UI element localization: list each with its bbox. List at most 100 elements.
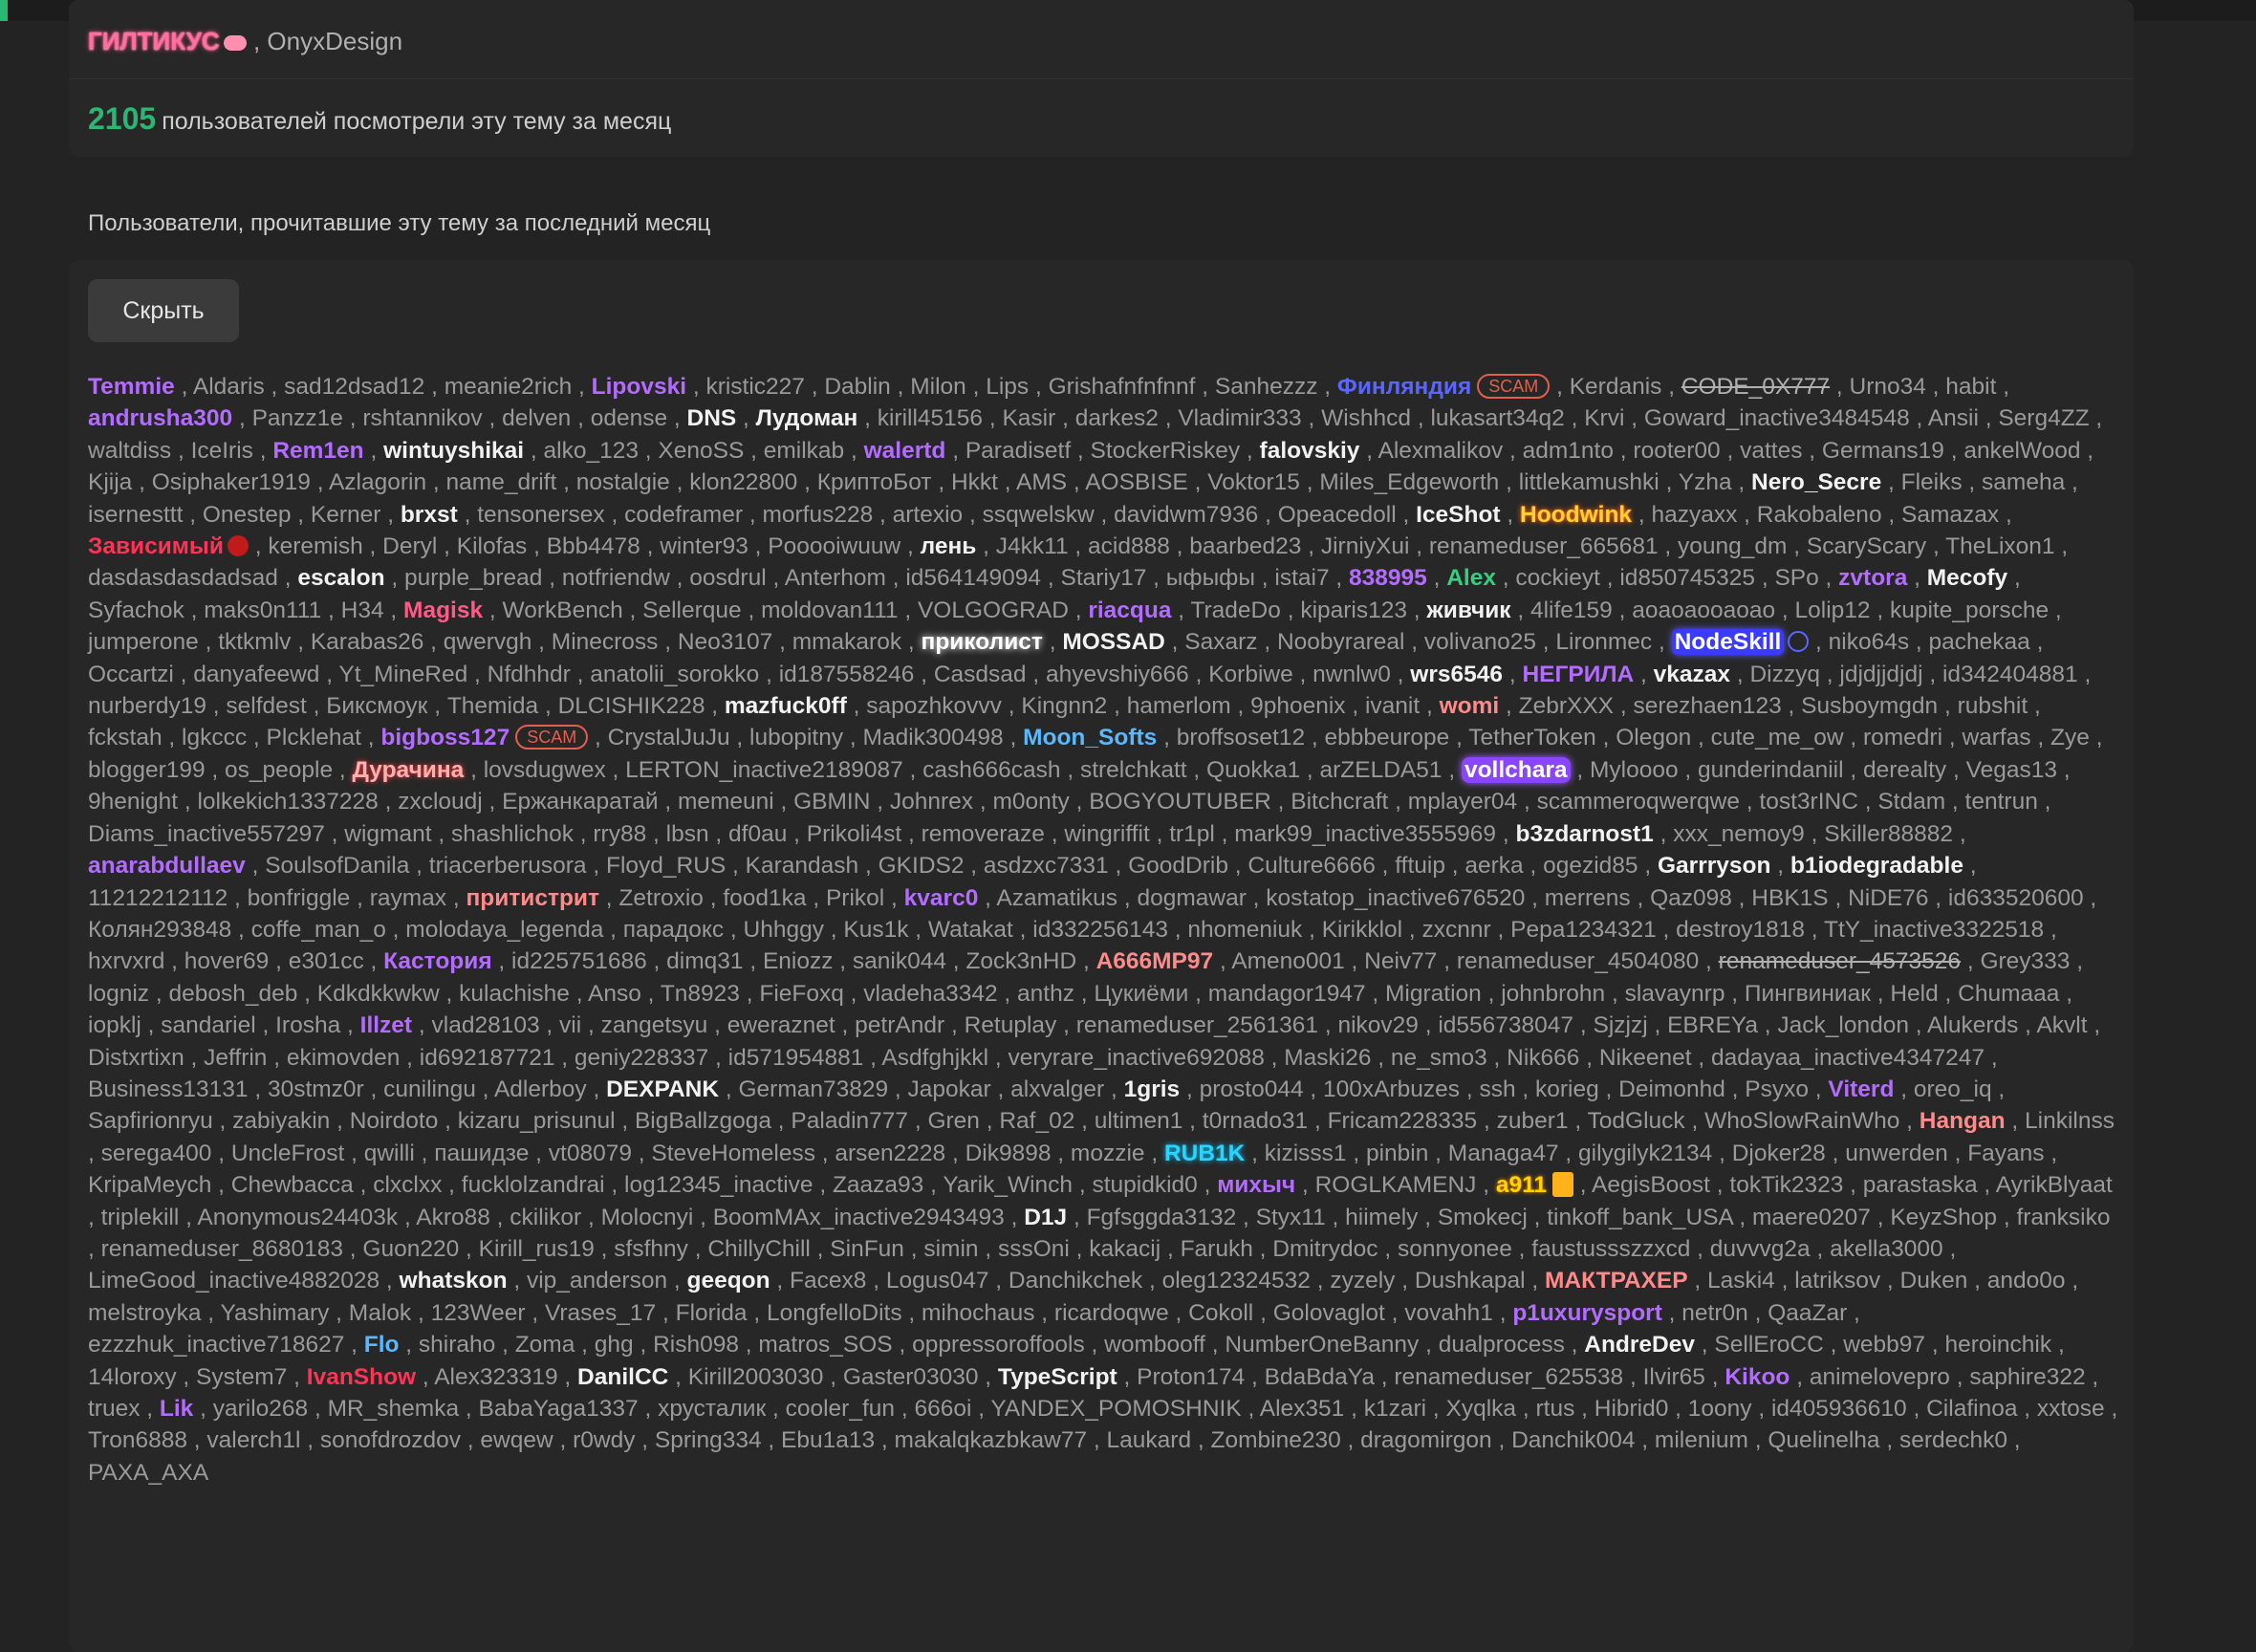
user-link[interactable]: cute_me_ow [1711, 725, 1844, 750]
user-link[interactable]: xxx_nemoy9 [1673, 821, 1805, 847]
user-link[interactable]: BOGYOUTUBER [1089, 789, 1271, 815]
user-link[interactable]: riacqua [1088, 598, 1171, 623]
user-link[interactable]: bigboss127 [380, 725, 510, 750]
user-link[interactable]: Lips [986, 374, 1029, 400]
user-link[interactable]: mmakarok [792, 629, 901, 655]
user-link[interactable]: tinkoff_bank_USA [1547, 1205, 1732, 1230]
user-link[interactable]: ebbbeurope [1325, 725, 1450, 750]
user-link[interactable]: oreo_iq [1914, 1076, 1992, 1102]
user-link[interactable]: fucklolzandrai [462, 1172, 605, 1198]
user-link[interactable]: D1J [1024, 1205, 1067, 1230]
user-link[interactable]: tentrun [1965, 789, 2038, 815]
user-link[interactable]: renameduser_2561361 [1076, 1012, 1318, 1038]
user-link[interactable]: Magisk [403, 598, 483, 623]
user-link[interactable]: kizisss1 [1265, 1141, 1347, 1166]
user-link[interactable]: davidwm7936 [1114, 502, 1258, 528]
user-link[interactable]: VOLGOGRAD [918, 598, 1069, 623]
user-link[interactable]: TypeScript [998, 1364, 1117, 1390]
user-link[interactable]: Финляндия [1337, 374, 1471, 400]
user-link[interactable]: t0rnado31 [1203, 1108, 1308, 1134]
user-link[interactable]: Лудоман [756, 405, 858, 431]
user-link[interactable]: Zombine230 [1211, 1427, 1341, 1453]
user-link[interactable]: volivano25 [1424, 629, 1536, 655]
user-link[interactable]: lgkccc [182, 725, 247, 750]
user-link[interactable]: Temmie [88, 374, 175, 400]
user-link[interactable]: 838995 [1349, 565, 1427, 591]
user-link[interactable]: Hkkt [951, 469, 998, 495]
user-link[interactable]: Kjija [88, 469, 132, 495]
user-link[interactable]: meanie2rich [445, 374, 572, 400]
user-link[interactable]: Akvlt [2036, 1012, 2087, 1038]
user-link[interactable]: Business13131 [88, 1076, 249, 1102]
user-link[interactable]: Bbb4478 [547, 533, 640, 559]
user-link[interactable]: sfsfhny [614, 1236, 688, 1262]
user-link[interactable]: Maski26 [1284, 1045, 1371, 1071]
user-link[interactable]: tost3rINC [1759, 789, 1857, 815]
user-link[interactable]: Voktor15 [1207, 469, 1300, 495]
user-link[interactable]: Alukerds [1927, 1012, 2018, 1038]
user-link[interactable]: Migration [1385, 981, 1482, 1007]
user-link[interactable]: sssOni [998, 1236, 1070, 1262]
user-link[interactable]: nhomeniuk [1187, 917, 1302, 943]
user-link[interactable]: BdaBdaYa [1265, 1364, 1375, 1390]
user-link[interactable]: DNS [687, 405, 737, 431]
user-link[interactable]: netr0n [1681, 1300, 1747, 1326]
user-link[interactable]: debosh_deb [168, 981, 297, 1007]
user-link[interactable]: id850745325 [1619, 565, 1755, 591]
user-link[interactable]: AegisBoost [1592, 1172, 1710, 1198]
user-link[interactable]: IceIris [191, 438, 253, 464]
user-link[interactable]: odense [591, 405, 667, 431]
user-link[interactable]: Alex351 [1260, 1396, 1345, 1422]
user-link[interactable]: andrusha300 [88, 405, 232, 431]
user-link[interactable]: PAXA_AXA [88, 1460, 208, 1486]
user-link[interactable]: Cokoll [1188, 1300, 1253, 1326]
user-link[interactable]: 1oony [1688, 1396, 1752, 1422]
user-link[interactable]: Serg4ZZ [1998, 405, 2089, 431]
user-link[interactable]: WhoSlowRainWho [1704, 1108, 1899, 1134]
user-link[interactable]: vlad28103 [432, 1012, 540, 1038]
user-link[interactable]: id571954881 [728, 1045, 864, 1071]
user-link[interactable]: ChillyChill [707, 1236, 811, 1262]
user-link[interactable]: DanilCC [577, 1364, 668, 1390]
user-link[interactable]: heroinchik [1944, 1332, 2051, 1358]
user-link[interactable]: Logus047 [886, 1268, 989, 1293]
user-link[interactable]: Stariy17 [1060, 565, 1146, 591]
user-link[interactable]: Farukh [1181, 1236, 1253, 1262]
user-link[interactable]: Зависимый [88, 533, 224, 559]
user-link[interactable]: zxcnnr [1422, 917, 1491, 943]
user-link[interactable]: oleg12324532 [1162, 1268, 1311, 1293]
user-link[interactable]: littlekamushki [1519, 469, 1659, 495]
user-link[interactable]: Xyqlka [1446, 1396, 1517, 1422]
user-link[interactable]: delven [502, 405, 571, 431]
user-link[interactable]: cooler_fun [786, 1396, 895, 1422]
user-link[interactable]: Nik666 [1507, 1045, 1579, 1071]
user-link[interactable]: k1zari [1364, 1396, 1426, 1422]
user-link[interactable]: Distxrtixn [88, 1045, 184, 1071]
user-link[interactable]: vollchara [1461, 756, 1571, 783]
user-link[interactable]: ultimen1 [1095, 1108, 1183, 1134]
user-link[interactable]: Ansii [1928, 405, 1979, 431]
user-link[interactable]: vovahh1 [1404, 1300, 1493, 1326]
user-link[interactable]: rtus [1535, 1396, 1574, 1422]
user-link[interactable]: sanik044 [853, 948, 946, 974]
user-link[interactable]: Japokar [908, 1076, 991, 1102]
user-link[interactable]: jumperone [88, 629, 199, 655]
user-link[interactable]: SinFun [830, 1236, 904, 1262]
user-link[interactable]: zxcloudj [398, 789, 483, 815]
user-link[interactable]: J4kk11 [996, 533, 1069, 559]
user-link[interactable]: ssqwelskw [983, 502, 1095, 528]
user-link[interactable]: kvarc0 [904, 885, 979, 911]
user-link[interactable]: Hangan [1920, 1108, 2006, 1134]
user-link[interactable]: r0wdy [573, 1427, 635, 1453]
user-link[interactable]: fftuip [1395, 853, 1445, 879]
user-link[interactable]: Цукиёми [1094, 981, 1188, 1007]
user-link[interactable]: LongfelloDits [767, 1300, 902, 1326]
user-link[interactable]: stupidkid0 [1092, 1172, 1197, 1198]
user-link[interactable]: XenoSS [658, 438, 744, 464]
user-link[interactable]: latriksov [1794, 1268, 1880, 1293]
user-link[interactable]: Saxarz [1184, 629, 1257, 655]
user-link[interactable]: Madik300498 [863, 725, 1004, 750]
user-link[interactable]: id633520600 [1948, 885, 2084, 911]
user-link[interactable]: Kirill_rus19 [479, 1236, 595, 1262]
user-link[interactable]: matros_SOS [758, 1332, 892, 1358]
